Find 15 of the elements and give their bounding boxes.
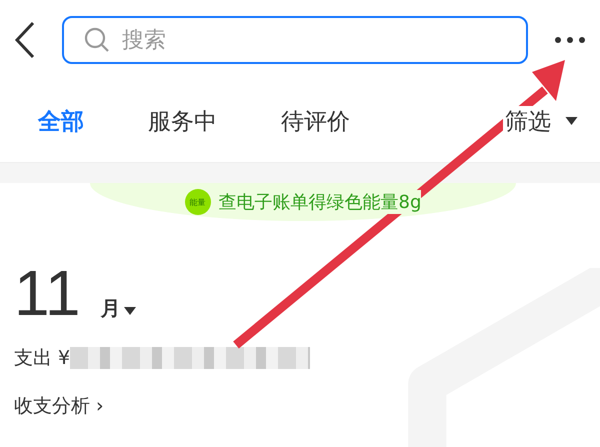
tab[interactable]: 服务中: [148, 106, 217, 136]
more-icon[interactable]: [554, 36, 586, 44]
search-field[interactable]: 搜索: [62, 16, 528, 64]
month-picker[interactable]: 月: [100, 295, 120, 322]
back-icon[interactable]: [14, 21, 36, 59]
banner-text: 查电子账单得绿色能量8g: [218, 190, 422, 214]
caret-icon[interactable]: [124, 307, 136, 315]
tab[interactable]: 全部: [38, 106, 84, 136]
search-icon: [84, 27, 110, 53]
analysis-link[interactable]: 收支分析 ›: [14, 395, 104, 417]
caret-icon[interactable]: [565, 117, 578, 125]
energy-badge: 能量: [184, 189, 211, 215]
tab[interactable]: 待评价: [281, 106, 350, 136]
month-number: 11: [14, 261, 80, 325]
expense-label: 支出 ¥: [14, 346, 70, 371]
